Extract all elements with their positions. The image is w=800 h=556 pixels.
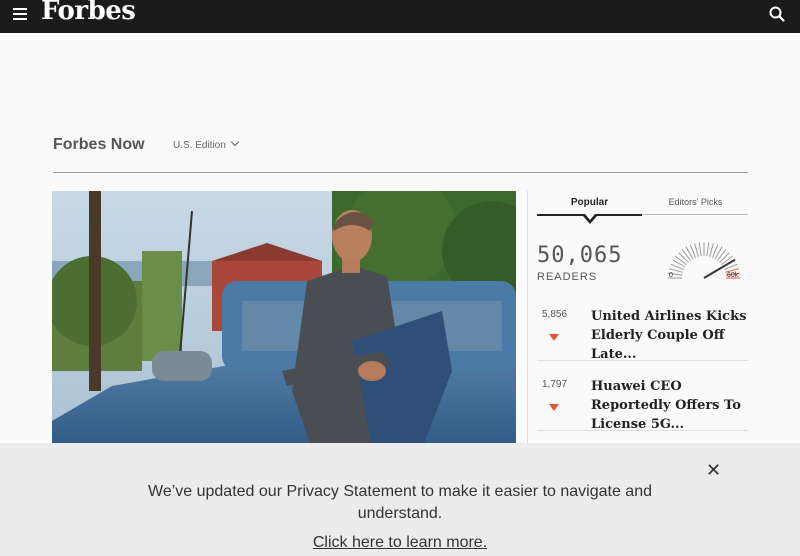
story-title[interactable]: Huawei CEO Reportedly Offers To License … <box>591 377 748 434</box>
section-header: Forbes Now U.S. Edition <box>53 132 748 173</box>
readers-label: READERS <box>537 271 598 283</box>
privacy-message: We’ve updated our Privacy Statement to m… <box>148 483 652 522</box>
readers-count: 50,065 <box>537 243 623 268</box>
story-read-count: 5,856 <box>542 309 568 320</box>
story-item[interactable]: 1,797 Huawei CEO Reportedly Offers To Li… <box>537 371 748 434</box>
gauge-tick <box>678 252 689 263</box>
gauge-tick <box>675 255 687 266</box>
gauge-tick <box>709 243 714 257</box>
gauge-max-label: 60k <box>727 272 739 279</box>
gauge-tick <box>716 249 727 261</box>
search-icon[interactable] <box>768 5 786 23</box>
gauge-min-label: 0 <box>669 272 673 279</box>
section-title: Forbes Now <box>53 136 145 153</box>
gauge-tick <box>698 242 702 257</box>
popular-tabs: Popular Editors' Picks <box>537 194 748 224</box>
forbes-logo[interactable]: Forbes <box>41 0 136 26</box>
trend-down-icon <box>549 404 559 411</box>
top-navigation-bar: Forbes <box>0 0 800 33</box>
edition-label: U.S. Edition <box>173 140 226 151</box>
chevron-down-icon <box>230 137 240 147</box>
story-item[interactable]: 5,856 United Airlines Kicks Elderly Coup… <box>537 301 748 364</box>
story-read-count: 1,797 <box>542 379 568 390</box>
hamburger-menu-icon[interactable] <box>13 8 27 22</box>
column-divider <box>527 191 528 451</box>
gauge-tick <box>719 252 730 263</box>
story-title[interactable]: United Airlines Kicks Elderly Couple Off… <box>591 307 748 364</box>
hero-image[interactable] <box>52 191 516 449</box>
gauge-tick <box>694 243 699 257</box>
trend-down-icon <box>549 334 559 341</box>
privacy-banner: ✕ We’ve updated our Privacy Statement to… <box>0 443 800 556</box>
tab-editors-picks[interactable]: Editors' Picks <box>643 197 748 215</box>
readers-gauge: 0 60k <box>661 236 747 282</box>
learn-more-link[interactable]: Click here to learn more. <box>0 534 800 552</box>
close-icon[interactable]: ✕ <box>706 461 721 479</box>
gauge-tick <box>706 242 710 257</box>
gauge-tick <box>681 249 692 261</box>
active-tab-pointer <box>583 214 597 224</box>
edition-dropdown[interactable]: U.S. Edition <box>173 137 240 151</box>
